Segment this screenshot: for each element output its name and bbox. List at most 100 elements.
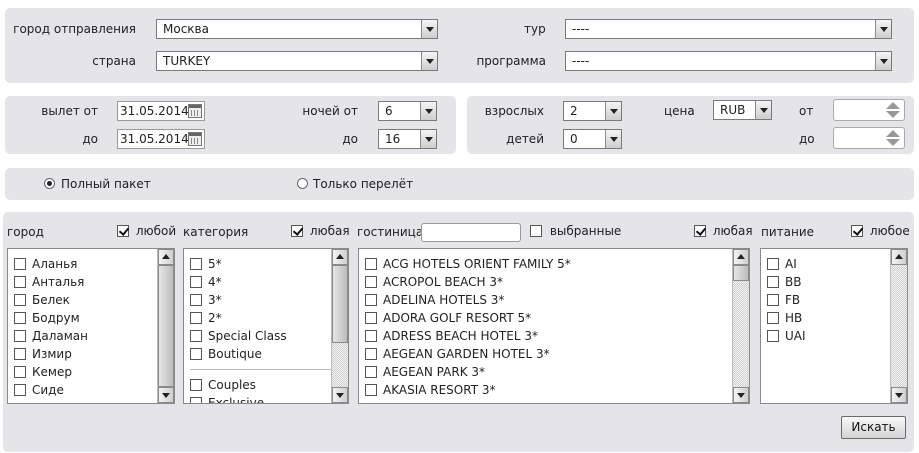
list-item[interactable]: UAI: [767, 327, 907, 345]
scroll-up-icon[interactable]: [891, 249, 907, 265]
hotel-any-checkbox[interactable]: любая: [694, 224, 753, 238]
list-item[interactable]: Измир: [14, 345, 174, 363]
nights-from-select[interactable]: 6: [378, 101, 437, 121]
list-item[interactable]: 3*: [190, 291, 348, 309]
city-any-label: любой: [135, 224, 177, 238]
scroll-down-icon[interactable]: [332, 387, 348, 403]
spinner-icon[interactable]: [883, 101, 903, 119]
scroll-up-icon[interactable]: [733, 249, 749, 265]
program-select[interactable]: ----: [565, 51, 892, 71]
list-item[interactable]: Boutique: [190, 345, 348, 363]
scroll-down-icon[interactable]: [891, 387, 907, 403]
category-list[interactable]: 5* 4* 3* 2* Special Class Boutique Coupl…: [183, 248, 349, 404]
hotel-items: ACG HOTELS ORIENT FAMILY 5* ACROPOL BEAC…: [359, 249, 749, 399]
chevron-down-icon: [605, 130, 621, 148]
city-items: Аланья Анталья Белек Бодрум Даламан Изми…: [8, 249, 174, 399]
price-from-label: от: [799, 104, 814, 118]
price-from-input[interactable]: [833, 99, 905, 121]
list-item[interactable]: 5*: [190, 255, 348, 273]
checkbox-icon[interactable]: [291, 225, 303, 237]
price-to-input[interactable]: [833, 127, 905, 149]
spinner-icon[interactable]: [883, 129, 903, 147]
hotel-search-input[interactable]: [421, 223, 521, 242]
country-value: TURKEY: [163, 54, 211, 68]
list-item[interactable]: HB: [767, 309, 907, 327]
list-item[interactable]: Анталья: [14, 273, 174, 291]
checkbox-icon[interactable]: [117, 225, 129, 237]
city-any-checkbox[interactable]: любой: [117, 224, 176, 238]
depart-from-input[interactable]: 31.05.2014: [117, 101, 205, 121]
hotel-scrollbar[interactable]: [732, 249, 749, 403]
calendar-icon[interactable]: [188, 132, 202, 146]
scroll-thumb[interactable]: [332, 265, 348, 343]
list-item[interactable]: AEGEAN PARK 3*: [365, 363, 749, 381]
departure-city-select[interactable]: Москва: [156, 19, 438, 39]
list-item[interactable]: AEGEAN GARDEN HOTEL 3*: [365, 345, 749, 363]
hotel-selected-checkbox[interactable]: выбранные: [530, 224, 621, 238]
adults-select[interactable]: 2: [563, 101, 622, 121]
tour-label: тур: [524, 22, 546, 36]
tour-value: ----: [572, 22, 590, 36]
scroll-down-icon[interactable]: [733, 387, 749, 403]
meal-list[interactable]: AI BB FB HB UAI: [760, 248, 908, 404]
flight-only-label[interactable]: Только перелёт: [313, 177, 413, 191]
list-item[interactable]: Аланья: [14, 255, 174, 273]
city-scrollbar[interactable]: [157, 249, 174, 403]
depart-to-label: до: [82, 132, 98, 146]
list-item[interactable]: Белек: [14, 291, 174, 309]
tour-select[interactable]: ----: [565, 19, 892, 39]
category-any-checkbox[interactable]: любая: [291, 224, 350, 238]
category-header: категория: [183, 225, 249, 239]
list-item[interactable]: 4*: [190, 273, 348, 291]
nights-to-select[interactable]: 16: [378, 129, 437, 149]
list-item[interactable]: Exclusive: [190, 394, 348, 403]
country-select[interactable]: TURKEY: [156, 51, 438, 71]
list-item[interactable]: Бодрум: [14, 309, 174, 327]
list-item[interactable]: ACROPOL BEACH 3*: [365, 273, 749, 291]
full-package-radio[interactable]: [44, 178, 55, 189]
country-label: страна: [92, 54, 136, 68]
price-to-label: до: [799, 132, 815, 146]
meal-any-checkbox[interactable]: любое: [851, 224, 910, 238]
list-item[interactable]: BB: [767, 273, 907, 291]
depart-to-input[interactable]: 31.05.2014: [117, 129, 205, 149]
city-list[interactable]: Аланья Анталья Белек Бодрум Даламан Изми…: [7, 248, 175, 404]
list-item[interactable]: ADELINA HOTELS 3*: [365, 291, 749, 309]
currency-select[interactable]: RUB: [713, 100, 772, 120]
category-scrollbar[interactable]: [331, 249, 348, 403]
list-item[interactable]: Даламан: [14, 327, 174, 345]
price-label: цена: [664, 104, 695, 118]
meal-scrollbar[interactable]: [890, 249, 907, 403]
scroll-up-icon[interactable]: [158, 249, 174, 265]
chevron-down-icon: [420, 102, 436, 120]
currency-value: RUB: [720, 103, 746, 117]
list-item[interactable]: AI: [767, 255, 907, 273]
list-item[interactable]: ADORA GOLF RESORT 5*: [365, 309, 749, 327]
hotel-list[interactable]: ACG HOTELS ORIENT FAMILY 5* ACROPOL BEAC…: [358, 248, 750, 404]
calendar-icon[interactable]: [188, 104, 202, 118]
scroll-thumb[interactable]: [158, 265, 174, 387]
scroll-up-icon[interactable]: [332, 249, 348, 265]
checkbox-icon[interactable]: [851, 225, 863, 237]
list-item[interactable]: ACG HOTELS ORIENT FAMILY 5*: [365, 255, 749, 273]
list-item[interactable]: Special Class: [190, 327, 348, 345]
full-package-label[interactable]: Полный пакет: [61, 177, 151, 191]
list-item[interactable]: Couples: [190, 376, 348, 394]
children-select[interactable]: 0: [563, 129, 622, 149]
list-item[interactable]: Сиде: [14, 381, 174, 399]
chevron-down-icon: [605, 102, 621, 120]
list-item[interactable]: ADRESS BEACH HOTEL 3*: [365, 327, 749, 345]
checkbox-icon[interactable]: [694, 225, 706, 237]
list-item[interactable]: 2*: [190, 309, 348, 327]
scroll-thumb[interactable]: [733, 265, 749, 281]
flight-only-radio[interactable]: [297, 178, 308, 189]
list-item[interactable]: Кемер: [14, 363, 174, 381]
list-item[interactable]: FB: [767, 291, 907, 309]
nights-from-label: ночей от: [302, 104, 358, 118]
search-button[interactable]: Искать: [841, 416, 906, 439]
nights-to-label: до: [342, 132, 358, 146]
scroll-down-icon[interactable]: [158, 387, 174, 403]
category-any-label: любая: [309, 224, 350, 238]
list-item[interactable]: AKASIA RESORT 3*: [365, 381, 749, 399]
checkbox-icon[interactable]: [530, 225, 542, 237]
